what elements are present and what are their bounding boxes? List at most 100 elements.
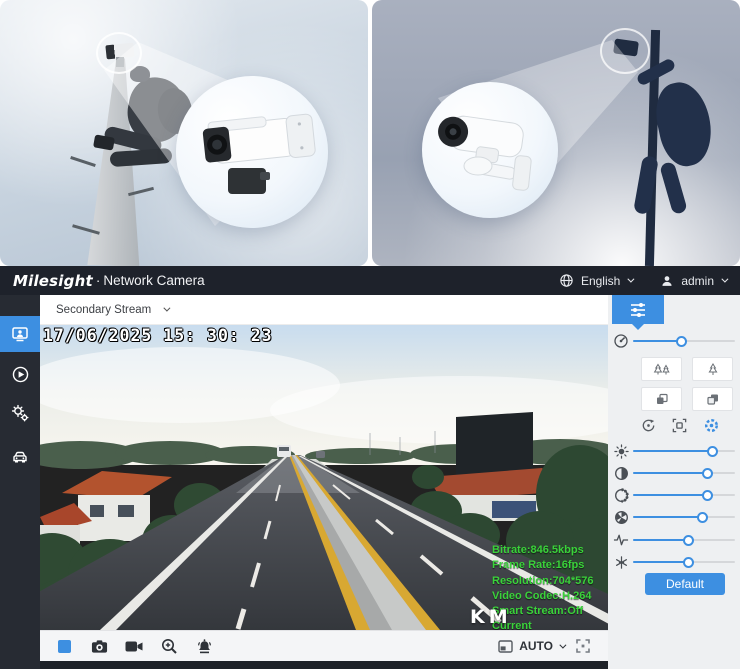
- zoom-in-tree-icon: [706, 363, 720, 376]
- saturation-icon: [613, 487, 629, 503]
- monitor-person-icon: [10, 324, 30, 344]
- one-push-focus-button[interactable]: [639, 416, 657, 434]
- snapshot-button[interactable]: [90, 637, 108, 655]
- aspect-ratio-toggle[interactable]: [498, 640, 513, 653]
- aspect-ratio-icon: [498, 640, 513, 653]
- saturation-slider[interactable]: [633, 488, 735, 502]
- focus-far-button[interactable]: [692, 387, 733, 411]
- sliders-icon: [628, 301, 648, 319]
- logo-separator: ·: [96, 273, 101, 288]
- focus-area-icon: [671, 417, 688, 434]
- sharpness-row: [608, 509, 740, 525]
- focus-area-button[interactable]: [670, 416, 688, 434]
- sidebar-item-playback[interactable]: [0, 356, 40, 392]
- brand-logo: Milesight: [13, 272, 93, 290]
- chevron-down-icon[interactable]: [559, 641, 566, 648]
- chevron-down-icon[interactable]: [164, 305, 171, 312]
- stop-button[interactable]: [55, 637, 73, 655]
- stream-mode-select[interactable]: AUTO: [519, 639, 553, 653]
- slider-knob[interactable]: [676, 336, 687, 347]
- adjust-tab[interactable]: [612, 295, 664, 324]
- stream-select[interactable]: Secondary Stream: [56, 304, 151, 316]
- default-button[interactable]: Default: [645, 573, 725, 595]
- stop-square-icon: [58, 640, 71, 653]
- fullscreen-icon: [576, 639, 590, 653]
- saturation-row: [608, 487, 740, 503]
- slider-knob[interactable]: [683, 535, 694, 546]
- car-icon: [10, 447, 30, 467]
- zoom-out-button[interactable]: [641, 357, 682, 381]
- globe-icon: [559, 273, 574, 288]
- chevron-down-icon[interactable]: [628, 276, 635, 283]
- distant-car: [316, 451, 325, 458]
- manual-alarm-button[interactable]: [195, 637, 213, 655]
- osd-resolution: Resolution:704*576: [492, 574, 608, 589]
- chevron-down-icon[interactable]: [721, 276, 728, 283]
- ptz-speed-row: [608, 333, 740, 349]
- noise-reduction-icon: [613, 532, 629, 548]
- zoom-plus-icon: [161, 638, 178, 655]
- language-menu[interactable]: English: [581, 274, 620, 288]
- defog-icon: [613, 554, 629, 570]
- focus-near-button[interactable]: [641, 387, 682, 411]
- sidebar-item-settings[interactable]: [0, 395, 40, 431]
- lens-settings-button[interactable]: [702, 416, 720, 434]
- product-inset-circle: [422, 82, 558, 218]
- ptz-speed-icon: [613, 333, 629, 349]
- focus-far-icon: [706, 392, 720, 406]
- live-video-viewport: 17/06/2025 15: 30: 23 Bitrate:846.5kbps …: [40, 325, 608, 630]
- location-label: KM 811+600: [470, 606, 608, 630]
- bullet-camera-product: [176, 76, 328, 228]
- stream-bar: Secondary Stream: [40, 295, 608, 325]
- alarm-bell-icon: [196, 638, 213, 654]
- distant-van: [277, 445, 291, 457]
- lens-gear-icon: [703, 417, 720, 434]
- defog-row: [608, 554, 740, 570]
- one-push-focus-icon: [640, 417, 657, 434]
- video-letterbox: [40, 661, 608, 669]
- sharpness-slider[interactable]: [633, 510, 735, 524]
- slider-knob[interactable]: [697, 512, 708, 523]
- digital-zoom-button[interactable]: [160, 637, 178, 655]
- sidebar-item-smart-vehicle[interactable]: [0, 439, 40, 475]
- brightness-slider[interactable]: [633, 444, 735, 458]
- installation-photo-left: [0, 0, 368, 266]
- record-video-icon: [125, 640, 143, 653]
- brightness-icon: [613, 443, 629, 459]
- slider-knob[interactable]: [707, 446, 718, 457]
- osd-codec: Video Codec:H.264: [492, 589, 608, 604]
- image-adjust-panel: Default: [608, 295, 740, 669]
- contrast-icon: [613, 465, 629, 481]
- osd-timestamp: 17/06/2025 15: 30: 23: [43, 326, 273, 345]
- slider-knob[interactable]: [702, 490, 713, 501]
- noise-reduction-slider[interactable]: [633, 533, 735, 547]
- ptz-speed-slider[interactable]: [633, 334, 735, 348]
- sidebar-item-live-view[interactable]: [0, 316, 40, 352]
- sidebar: [0, 295, 40, 669]
- contrast-slider[interactable]: [633, 466, 735, 480]
- focus-near-icon: [655, 392, 669, 406]
- user-menu[interactable]: admin: [681, 274, 714, 288]
- sharpness-icon: [613, 509, 629, 525]
- osd-framerate: Frame Rate:16fps: [492, 558, 608, 573]
- installation-photo-right: [372, 0, 740, 266]
- user-icon: [660, 274, 674, 288]
- page: Milesight · Network Camera English admin: [0, 0, 740, 669]
- play-circle-icon: [11, 365, 30, 384]
- app-header: Milesight · Network Camera English admin: [0, 266, 740, 295]
- product-title: Network Camera: [103, 273, 204, 288]
- defog-slider[interactable]: [633, 555, 735, 569]
- snapshot-camera-icon: [91, 639, 108, 654]
- slider-knob[interactable]: [702, 468, 713, 479]
- zoom-in-button[interactable]: [692, 357, 733, 381]
- zoom-out-trees-icon: [653, 363, 671, 376]
- noise-reduction-row: [608, 532, 740, 548]
- slider-knob[interactable]: [683, 557, 694, 568]
- contrast-row: [608, 465, 740, 481]
- record-button[interactable]: [125, 637, 143, 655]
- fullscreen-button[interactable]: [576, 639, 590, 653]
- gears-icon: [10, 403, 30, 423]
- osd-bitrate: Bitrate:846.5kbps: [492, 543, 608, 558]
- brightness-row: [608, 443, 740, 459]
- video-toolbar: AUTO: [40, 630, 608, 661]
